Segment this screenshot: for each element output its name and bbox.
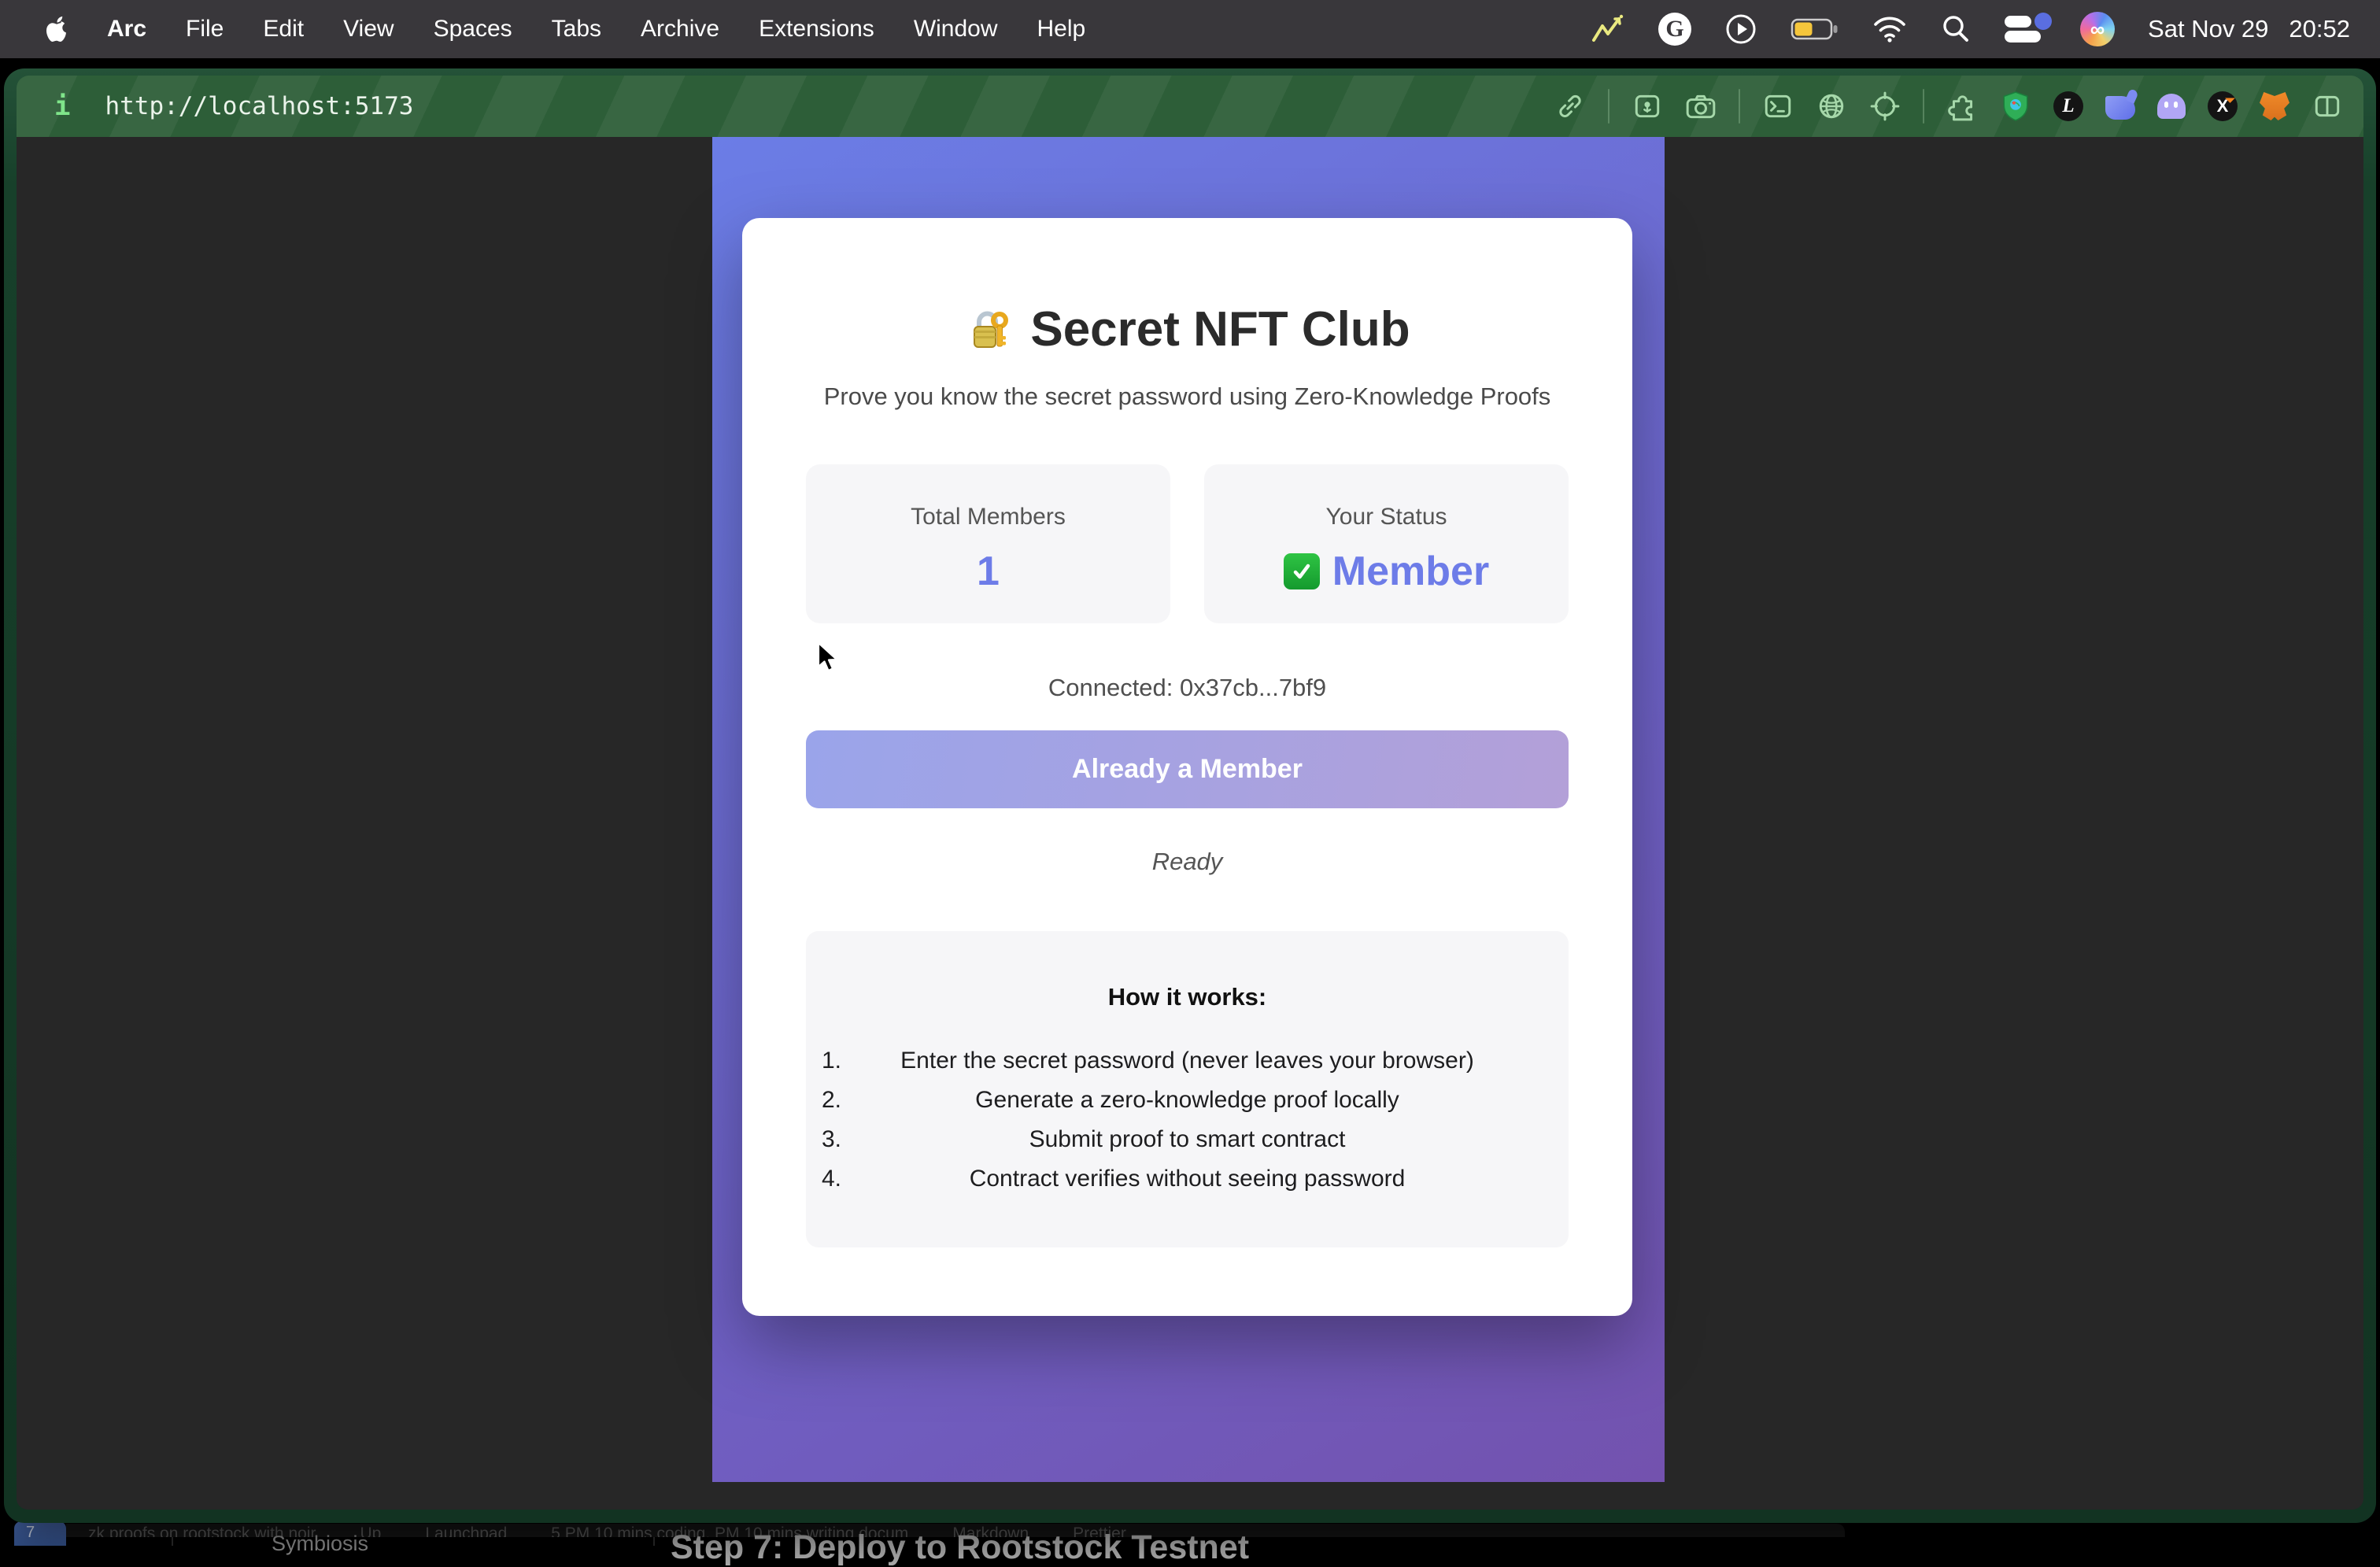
total-members-label: Total Members — [806, 504, 1170, 530]
how-step-1: 1. Enter the secret password (never leav… — [806, 1041, 1569, 1081]
toolbar-divider — [1608, 89, 1609, 124]
your-status-value: Member — [1204, 548, 1569, 595]
extensions-puzzle-icon[interactable] — [1946, 91, 1978, 122]
your-status-stat: Your Status Member — [1204, 464, 1569, 623]
toolbar-divider — [1923, 89, 1924, 124]
metamask-fox-icon[interactable] — [2260, 92, 2289, 120]
image-capture-icon[interactable] — [1632, 91, 1663, 122]
page-viewport: Secret NFT Club Prove you know the secre… — [17, 137, 2363, 1510]
lock-with-key-icon — [964, 306, 1011, 353]
phantom-wallet-icon[interactable] — [2157, 94, 2186, 119]
page-subtitle: Prove you know the secret password using… — [742, 383, 1632, 411]
member-text: Member — [1332, 548, 1489, 595]
secret-nft-club-card: Secret NFT Club Prove you know the secre… — [742, 218, 1632, 1316]
background-divider — [172, 1537, 173, 1546]
toolbar-divider — [1739, 89, 1740, 124]
browser-url-bar[interactable]: i http://localhost:5173 — [17, 76, 2363, 137]
grammarly-icon[interactable]: G — [1658, 13, 1691, 46]
split-view-icon[interactable] — [2312, 91, 2343, 122]
menu-item-arc[interactable]: Arc — [107, 16, 146, 43]
spotlight-search-icon[interactable] — [1940, 13, 1972, 45]
menu-item-tabs[interactable]: Tabs — [552, 16, 601, 43]
already-member-button[interactable]: Already a Member — [806, 730, 1569, 808]
status-text: Ready — [742, 848, 1632, 876]
how-it-works-list: 1. Enter the secret password (never leav… — [806, 1041, 1569, 1199]
menu-item-archive[interactable]: Archive — [641, 16, 719, 43]
menu-item-spaces[interactable]: Spaces — [434, 16, 512, 43]
background-divider — [653, 1537, 655, 1546]
menu-item-window[interactable]: Window — [914, 16, 998, 43]
macos-menu-bar: Arc File Edit View Spaces Tabs Archive E… — [0, 0, 2380, 58]
site-info-icon[interactable]: i — [54, 91, 70, 122]
camera-icon[interactable] — [1685, 91, 1717, 122]
check-mark-icon — [1284, 553, 1320, 589]
battery-icon[interactable] — [1791, 13, 1839, 45]
menu-item-extensions[interactable]: Extensions — [759, 16, 874, 43]
page-title: Secret NFT Club — [742, 301, 1632, 357]
background-window-tab[interactable]: 7 — [14, 1521, 66, 1546]
adguard-shield-icon[interactable] — [2000, 91, 2031, 122]
total-members-value: 1 — [806, 548, 1170, 595]
background-sidebar-text: Symbiosis — [272, 1532, 368, 1556]
your-status-label: Your Status — [1204, 504, 1569, 530]
menu-bar-time: 20:52 — [2289, 15, 2350, 43]
mouse-cursor — [816, 641, 843, 676]
total-members-stat: Total Members 1 — [806, 464, 1170, 623]
play-circle-icon[interactable] — [1724, 13, 1757, 46]
stocks-icon[interactable] — [1589, 13, 1625, 45]
background-page-heading: Step 7: Deploy to Rootstock Testnet — [671, 1528, 1249, 1567]
connected-address: Connected: 0x37cb...7bf9 — [742, 674, 1632, 702]
menu-item-help[interactable]: Help — [1037, 16, 1086, 43]
control-center-icon[interactable] — [2005, 14, 2047, 44]
menu-bar-date: Sat Nov 29 — [2148, 15, 2268, 43]
rabby-wallet-icon[interactable] — [2105, 96, 2135, 120]
menu-item-file[interactable]: File — [186, 16, 224, 43]
how-step-3: 3. Submit proof to smart contract — [806, 1120, 1569, 1159]
target-icon[interactable] — [1869, 91, 1901, 122]
page-gradient-background: Secret NFT Club Prove you know the secre… — [712, 137, 1665, 1482]
arc-browser-window: i http://localhost:5173 — [4, 68, 2376, 1523]
how-step-4: 4. Contract verifies without seeing pass… — [806, 1159, 1569, 1199]
stats-row: Total Members 1 Your Status Member — [806, 464, 1569, 623]
how-step-2: 2. Generate a zero-knowledge proof local… — [806, 1081, 1569, 1120]
menu-item-view[interactable]: View — [343, 16, 394, 43]
infinity-app-icon[interactable]: ∞ — [2080, 12, 2115, 46]
menu-item-edit[interactable]: Edit — [263, 16, 304, 43]
web-globe-icon[interactable] — [1816, 91, 1847, 122]
menu-bar-clock[interactable]: Sat Nov 29 20:52 — [2148, 15, 2350, 43]
terminal-icon[interactable] — [1762, 91, 1794, 122]
background-bar-launchpad: Launchpad — [425, 1524, 507, 1537]
script-l-extension-icon[interactable]: L — [2053, 91, 2083, 121]
how-it-works-box: How it works: 1. Enter the secret passwo… — [806, 931, 1569, 1247]
how-it-works-heading: How it works: — [806, 983, 1569, 1011]
x-wallet-icon[interactable]: X — [2208, 91, 2238, 121]
apple-logo-icon[interactable] — [46, 16, 68, 43]
control-center-active-dot — [2034, 13, 2052, 30]
link-icon[interactable] — [1554, 91, 1586, 122]
address-url[interactable]: http://localhost:5173 — [105, 92, 413, 120]
wifi-icon[interactable] — [1872, 15, 1907, 43]
